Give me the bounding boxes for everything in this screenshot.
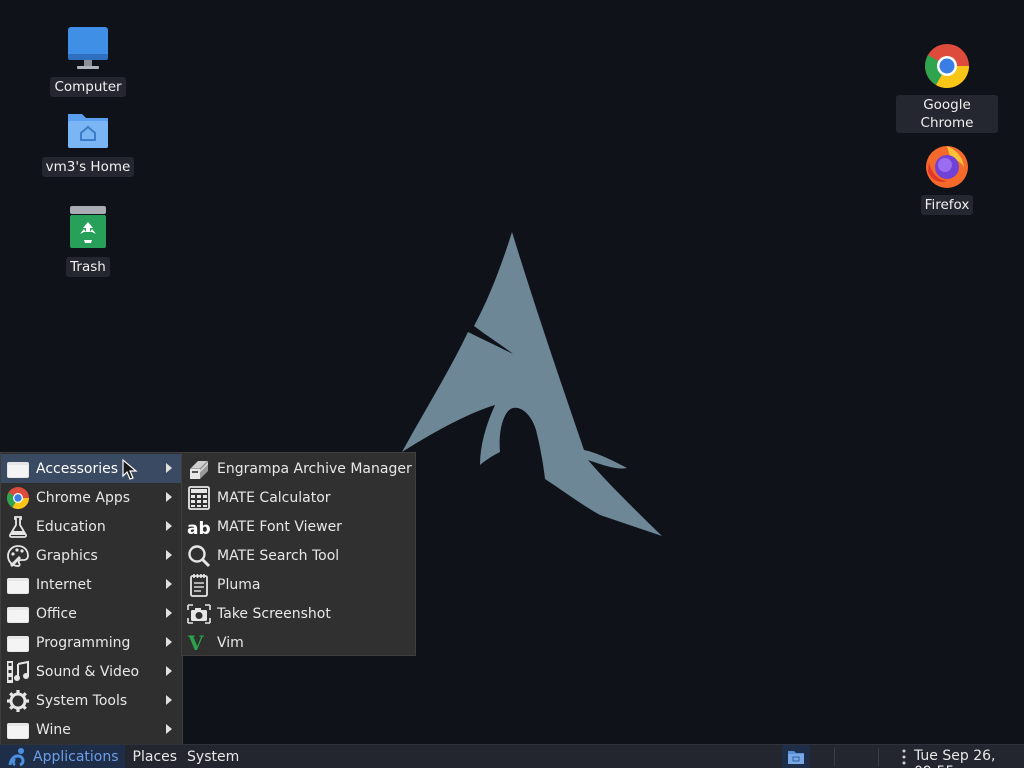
- search-icon: [188, 544, 211, 567]
- applications-label: Applications: [33, 748, 119, 765]
- accessories-submenu: Engrampa Archive Manager MATE Calculator…: [181, 452, 416, 656]
- folder-icon: [7, 722, 29, 739]
- menu-item-office[interactable]: Office: [1, 599, 182, 628]
- menu-item-programming[interactable]: Programming: [1, 628, 182, 657]
- system-menu-button[interactable]: System: [183, 745, 245, 768]
- paint-icon: [7, 544, 29, 567]
- menu-item-label: Accessories: [36, 460, 119, 477]
- submenu-arrow-icon: [166, 463, 172, 473]
- desktop-icon-label: Computer: [50, 77, 126, 97]
- submenu-arrow-icon: [166, 637, 172, 647]
- submenu-arrow-icon: [166, 666, 172, 676]
- panel-handle-icon[interactable]: [902, 749, 906, 765]
- svg-text:V: V: [187, 631, 204, 655]
- svg-text:ab: ab: [187, 519, 211, 539]
- menu-item-system-tools[interactable]: System Tools: [1, 686, 182, 715]
- menu-item-label: Education: [36, 518, 106, 535]
- bottom-panel: Applications Places System Tue Sep 26, 0…: [0, 744, 1024, 768]
- desktop-folder-icon: [788, 751, 804, 764]
- folder-icon: [7, 461, 29, 478]
- trash-icon: [70, 206, 106, 248]
- desktop-icon-label: vm3's Home: [41, 157, 135, 177]
- menu-item-mate-search-tool[interactable]: MATE Search Tool: [182, 541, 415, 570]
- menu-item-label: Take Screenshot: [217, 605, 331, 622]
- menu-item-label: Internet: [36, 576, 92, 593]
- desktop-icon-label: Trash: [66, 257, 110, 277]
- home-folder-icon: [68, 114, 108, 148]
- menu-item-vim[interactable]: V Vim: [182, 628, 415, 657]
- menu-item-education[interactable]: Education: [1, 512, 182, 541]
- menu-item-label: Vim: [217, 634, 244, 651]
- submenu-arrow-icon: [166, 579, 172, 589]
- submenu-arrow-icon: [166, 521, 172, 531]
- font-icon: ab: [187, 519, 211, 539]
- menu-item-chrome-apps[interactable]: Chrome Apps: [1, 483, 182, 512]
- chrome-icon: [925, 44, 969, 88]
- menu-item-sound-video[interactable]: Sound & Video: [1, 657, 182, 686]
- folder-icon: [7, 577, 29, 594]
- menu-item-accessories[interactable]: Accessories: [1, 454, 182, 483]
- menu-item-label: Chrome Apps: [36, 489, 131, 506]
- arch-logo: [402, 232, 662, 536]
- submenu-arrow-icon: [166, 492, 172, 502]
- submenu-arrow-icon: [166, 608, 172, 618]
- chrome-icon: [7, 486, 29, 509]
- menu-item-take-screenshot[interactable]: Take Screenshot: [182, 599, 415, 628]
- desktop-icon-home[interactable]: vm3's Home: [38, 104, 138, 177]
- desktop-icon-label: Google Chrome: [896, 95, 998, 133]
- menu-item-label: MATE Font Viewer: [217, 518, 342, 535]
- menu-item-mate-font-viewer[interactable]: ab MATE Font Viewer: [182, 512, 415, 541]
- menu-item-label: MATE Search Tool: [217, 547, 340, 564]
- menu-item-label: System Tools: [36, 692, 128, 709]
- folder-icon: [7, 606, 29, 623]
- gear-icon: [7, 689, 29, 712]
- menu-item-engrampa[interactable]: Engrampa Archive Manager: [182, 454, 415, 483]
- places-menu-button[interactable]: Places: [125, 745, 184, 768]
- panel-separator: [834, 748, 835, 766]
- menu-item-label: MATE Calculator: [217, 489, 331, 506]
- firefox-icon: [926, 146, 968, 188]
- menu-item-label: Office: [36, 605, 77, 622]
- calculator-icon: [188, 485, 210, 510]
- submenu-arrow-icon: [166, 550, 172, 560]
- submenu-arrow-icon: [166, 724, 172, 734]
- computer-icon: [68, 27, 108, 69]
- system-label: System: [187, 748, 240, 765]
- flask-icon: [9, 515, 27, 538]
- menu-item-mate-calculator[interactable]: MATE Calculator: [182, 483, 415, 512]
- menu-item-label: Sound & Video: [36, 663, 140, 680]
- menu-item-internet[interactable]: Internet: [1, 570, 182, 599]
- menu-item-label: Wine: [36, 721, 71, 738]
- menu-item-label: Programming: [36, 634, 131, 651]
- submenu-arrow-icon: [166, 695, 172, 705]
- desktop-icon-label: Firefox: [920, 195, 974, 215]
- clock[interactable]: Tue Sep 26, 09:55: [914, 748, 1024, 768]
- desktop-icon-computer[interactable]: Computer: [38, 24, 138, 97]
- desktop-icon-firefox[interactable]: Firefox: [896, 142, 998, 215]
- desktop-icon-trash[interactable]: Trash: [38, 204, 138, 277]
- folder-icon: [7, 635, 29, 652]
- places-label: Places: [132, 748, 178, 765]
- notepad-icon: [190, 573, 208, 597]
- mouse-cursor-icon: [122, 459, 138, 480]
- vim-icon: V: [187, 631, 209, 655]
- menu-item-label: Graphics: [36, 547, 98, 564]
- mate-logo-icon: [8, 747, 25, 766]
- archive-icon: [190, 460, 209, 479]
- menu-item-label: Pluma: [217, 576, 261, 593]
- menu-item-pluma[interactable]: Pluma: [182, 570, 415, 599]
- menu-item-label: Engrampa Archive Manager: [217, 460, 412, 477]
- desktop[interactable]: Computer vm3's Home Trash Google Chrome: [0, 0, 1024, 744]
- menu-item-graphics[interactable]: Graphics: [1, 541, 182, 570]
- desktop-icon-chrome[interactable]: Google Chrome: [896, 42, 998, 133]
- applications-menu-button[interactable]: Applications: [0, 744, 125, 768]
- panel-separator: [878, 748, 879, 766]
- applications-menu: Accessories Chrome Apps Education Graphi…: [0, 452, 183, 744]
- music-icon: [7, 660, 29, 683]
- camera-icon: [187, 603, 211, 624]
- show-desktop-button[interactable]: [782, 745, 810, 768]
- menu-item-wine[interactable]: Wine: [1, 715, 182, 744]
